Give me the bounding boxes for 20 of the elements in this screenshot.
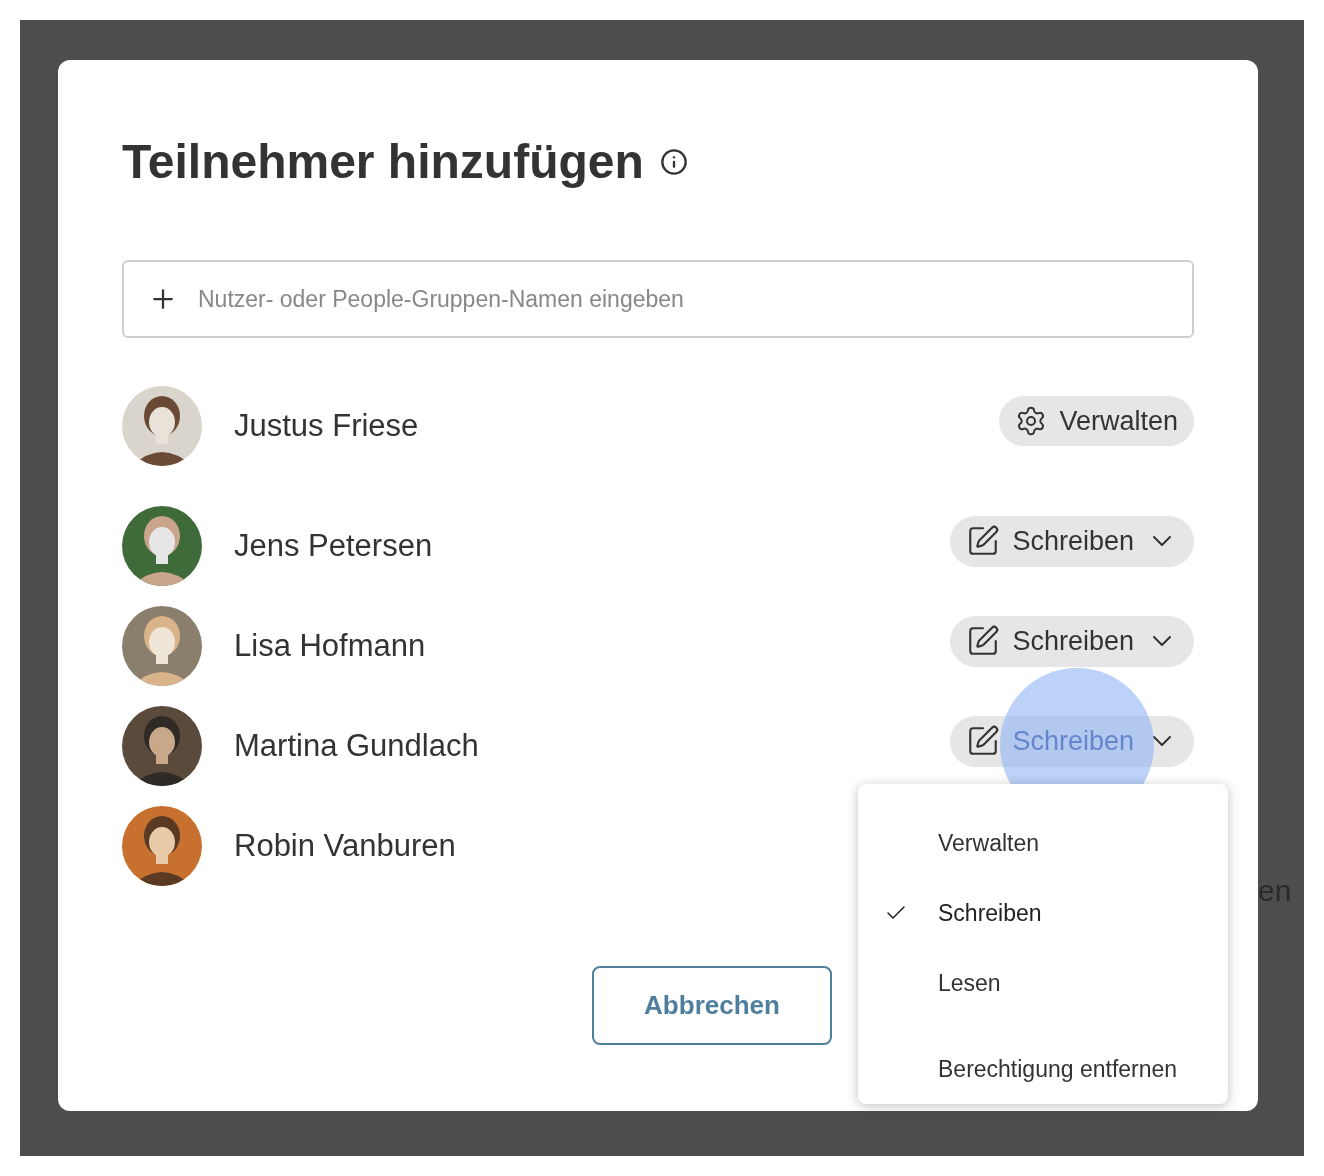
dialog-title: Teilnehmer hinzufügen (122, 138, 644, 186)
edit-icon (966, 524, 1001, 558)
menu-item[interactable]: Lesen (858, 948, 1228, 1018)
edit-icon (966, 724, 1001, 758)
participant-name: Jens Petersen (234, 526, 433, 565)
info-icon[interactable] (659, 148, 688, 176)
edit-icon (966, 624, 1001, 658)
search-input[interactable]: Nutzer- oder People-Gruppen-Namen eingeben (198, 281, 1168, 317)
participant-name: Robin Vanburen (234, 826, 456, 865)
participant-name: Martina Gundlach (234, 726, 479, 765)
role-dropdown[interactable]: Schreiben (950, 615, 1194, 667)
search-field[interactable]: Nutzer- oder People-Gruppen-Namen eingeben (122, 260, 1194, 338)
participant-name: Lisa Hofmann (234, 626, 426, 665)
manage-button[interactable]: Verwalten (999, 396, 1194, 446)
role-dropdown[interactable]: Schreiben (950, 515, 1194, 567)
menu-item[interactable]: Berechtigung entfernen (858, 1034, 1228, 1104)
menu-item[interactable]: Verwalten (858, 808, 1228, 878)
cancel-button[interactable]: Abbrechen (592, 966, 832, 1045)
participant-name: Justus Friese (234, 406, 419, 445)
menu-item[interactable]: Schreiben (858, 878, 1228, 948)
